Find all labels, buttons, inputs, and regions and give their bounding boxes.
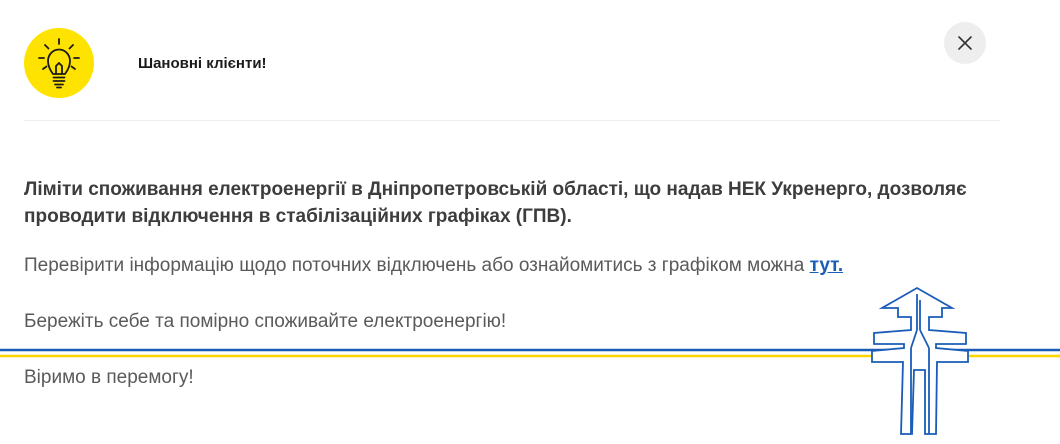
modal-header: Шановні клієнти! — [24, 28, 1000, 100]
power-pylon-icon — [871, 286, 969, 435]
close-button[interactable] — [944, 22, 986, 64]
header-divider — [24, 120, 1000, 121]
care-paragraph: Бережіть себе та помірно споживайте елек… — [24, 311, 507, 332]
close-icon — [958, 36, 972, 50]
notification-modal: Шановні клієнти! Ліміти споживання елект… — [0, 0, 1060, 444]
schedule-text: Перевірити інформацію щодо поточних відк… — [24, 255, 810, 276]
schedule-paragraph: Перевірити інформацію щодо поточних відк… — [24, 254, 843, 278]
victory-paragraph: Віримо в перемогу! — [24, 367, 194, 388]
modal-title: Шановні клієнти! — [138, 55, 267, 72]
lightbulb-icon — [38, 38, 80, 89]
lightbulb-badge — [24, 28, 94, 98]
lead-text: Ліміти споживання електроенергії в Дніпр… — [24, 179, 967, 227]
schedule-link[interactable]: тут. — [810, 255, 844, 276]
